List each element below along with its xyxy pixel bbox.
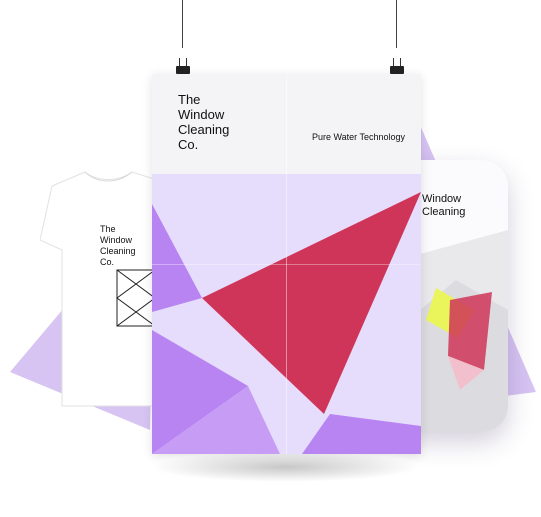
poster-mockup: The Window Cleaning Co. Pure Water Techn…	[152, 74, 421, 454]
phone-brand-name: Window Cleaning	[422, 193, 466, 218]
poster-brand-name: The Window Cleaning Co.	[178, 92, 230, 152]
binder-clip-icon	[390, 0, 404, 74]
poster-shadow	[150, 452, 420, 482]
poster-fold-horizontal	[152, 264, 421, 265]
poster-tagline: Pure Water Technology	[312, 132, 406, 142]
brand-mockup-scene: The Window Cleaning Co. Window Cleaning …	[0, 0, 541, 517]
binder-clip-icon	[176, 0, 190, 74]
